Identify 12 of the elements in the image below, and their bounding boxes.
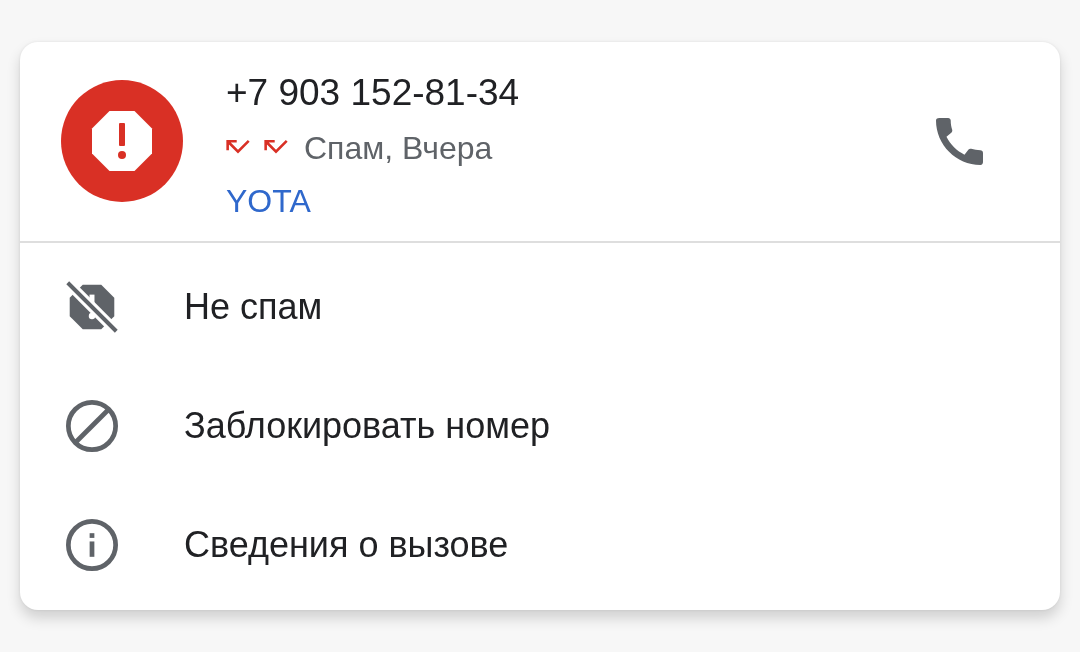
carrier-name: YOTA <box>226 181 311 221</box>
missed-call-icon <box>264 140 288 155</box>
phone-number: +7 903 152-81-34 <box>226 70 520 115</box>
prohibited-icon <box>66 399 118 452</box>
phone-icon[interactable] <box>936 118 983 165</box>
menu-item[interactable]: Сведения о вызове <box>20 485 1060 604</box>
info-icon <box>66 518 118 571</box>
call-status: Спам, Вчера <box>304 128 493 168</box>
menu-item[interactable]: Заблокировать номер <box>20 366 1060 485</box>
missed-call-icon <box>226 140 250 155</box>
menu-item[interactable]: Не спам <box>20 247 1060 366</box>
crossed-octagon-icon <box>66 280 118 333</box>
